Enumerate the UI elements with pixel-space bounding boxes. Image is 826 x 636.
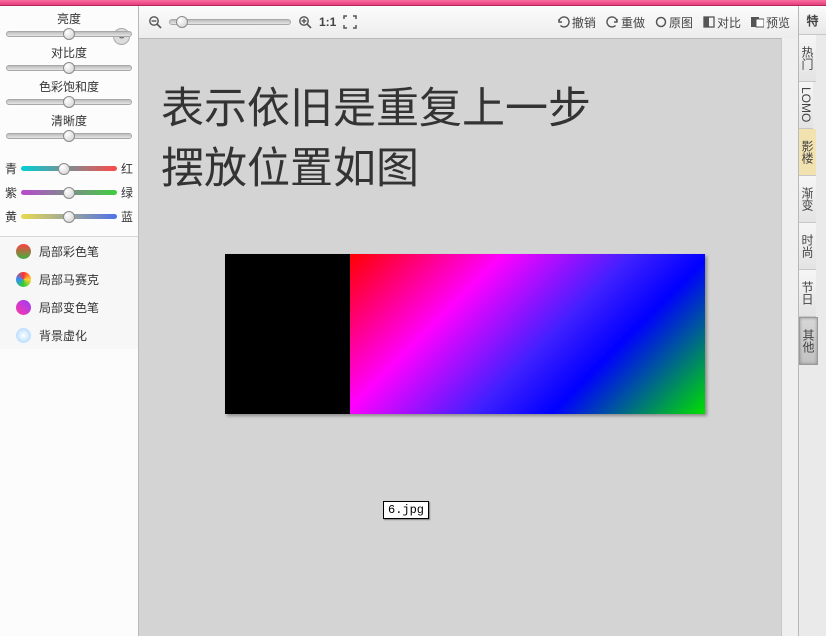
color-slider-2[interactable]: [21, 214, 117, 219]
original-button[interactable]: 原图: [655, 14, 693, 31]
vertical-scrollbar[interactable]: [781, 38, 798, 636]
tool-icon: [16, 272, 31, 287]
slider-label: 清晰度: [6, 112, 132, 130]
color-right-label: 绿: [120, 184, 134, 201]
right-tab[interactable]: 时尚: [799, 223, 816, 270]
file-name-tooltip: 6.jpg: [383, 501, 429, 519]
right-panel: 特 热门LOMO影楼渐变时尚节日其他: [798, 6, 826, 636]
tool-label: 局部马赛克: [39, 271, 99, 288]
tool-label: 背景虚化: [39, 327, 87, 344]
canvas-area: 1:1 撤销 重做 原图 对比 预览 表示依旧是重复上一步 摆放位置如图 6.j…: [139, 6, 798, 636]
right-tab[interactable]: 节日: [799, 270, 816, 317]
slider-label: 亮度: [6, 10, 132, 28]
redo-button[interactable]: 重做: [606, 14, 645, 31]
right-tab[interactable]: LOMO: [799, 82, 813, 129]
tool-list: 局部彩色笔 局部马赛克 局部变色笔 背景虚化: [0, 236, 138, 349]
right-tab[interactable]: 渐变: [799, 176, 816, 223]
right-tab[interactable]: 影楼: [799, 129, 816, 176]
zoom-thumb[interactable]: [176, 16, 188, 28]
tool-icon: [16, 244, 31, 259]
tool-item[interactable]: 局部马赛克: [0, 265, 138, 293]
tool-item[interactable]: 背景虚化: [0, 321, 138, 349]
slider-thumb[interactable]: [63, 62, 75, 74]
gradient-image[interactable]: [225, 254, 705, 414]
color-left-label: 紫: [4, 184, 18, 201]
tool-label: 局部彩色笔: [39, 243, 99, 260]
tool-icon: [16, 328, 31, 343]
zoom-1to1-button[interactable]: 1:1: [319, 15, 336, 29]
zoom-out-icon[interactable]: [147, 14, 163, 30]
color-right-label: 蓝: [120, 208, 134, 225]
slider-label: 对比度: [6, 44, 132, 62]
slider-3[interactable]: [6, 130, 132, 142]
right-tab[interactable]: 其他: [799, 317, 818, 365]
canvas[interactable]: 表示依旧是重复上一步 摆放位置如图 6.jpg: [139, 39, 798, 636]
color-left-label: 黄: [4, 208, 18, 225]
preview-button[interactable]: 预览: [751, 14, 790, 31]
undo-button[interactable]: 撤销: [557, 14, 596, 31]
right-tab[interactable]: 热门: [799, 35, 816, 82]
slider-label: 色彩饱和度: [6, 78, 132, 96]
main-layout: ↻ 亮度 对比度 色彩饱和度 清晰度 青 红紫 绿黄 蓝 局部彩色笔: [0, 6, 826, 636]
compare-button[interactable]: 对比: [703, 14, 741, 31]
zoom-slider[interactable]: [169, 19, 291, 25]
color-right-label: 红: [120, 160, 134, 177]
canvas-toolbar: 1:1 撤销 重做 原图 对比 预览: [139, 6, 798, 39]
tool-item[interactable]: 局部变色笔: [0, 293, 138, 321]
slider-thumb[interactable]: [58, 163, 70, 175]
slider-2[interactable]: [6, 96, 132, 108]
tool-label: 局部变色笔: [39, 299, 99, 316]
color-left-label: 青: [4, 160, 18, 177]
left-panel: ↻ 亮度 对比度 色彩饱和度 清晰度 青 红紫 绿黄 蓝 局部彩色笔: [0, 6, 139, 636]
color-slider-1[interactable]: [21, 190, 117, 195]
tool-icon: [16, 300, 31, 315]
slider-thumb[interactable]: [63, 28, 75, 40]
slider-0[interactable]: [6, 28, 132, 40]
slider-thumb[interactable]: [63, 96, 75, 108]
slider-thumb[interactable]: [63, 187, 75, 199]
slider-thumb[interactable]: [63, 130, 75, 142]
fit-screen-icon[interactable]: [342, 14, 358, 30]
color-slider-0[interactable]: [21, 166, 117, 171]
slider-thumb[interactable]: [63, 211, 75, 223]
right-panel-header: 特: [799, 6, 826, 35]
toolbar-right: 撤销 重做 原图 对比 预览: [557, 14, 790, 31]
slider-1[interactable]: [6, 62, 132, 74]
tool-item[interactable]: 局部彩色笔: [0, 237, 138, 265]
zoom-in-icon[interactable]: [297, 14, 313, 30]
canvas-text: 表示依旧是重复上一步 摆放位置如图: [161, 79, 591, 199]
